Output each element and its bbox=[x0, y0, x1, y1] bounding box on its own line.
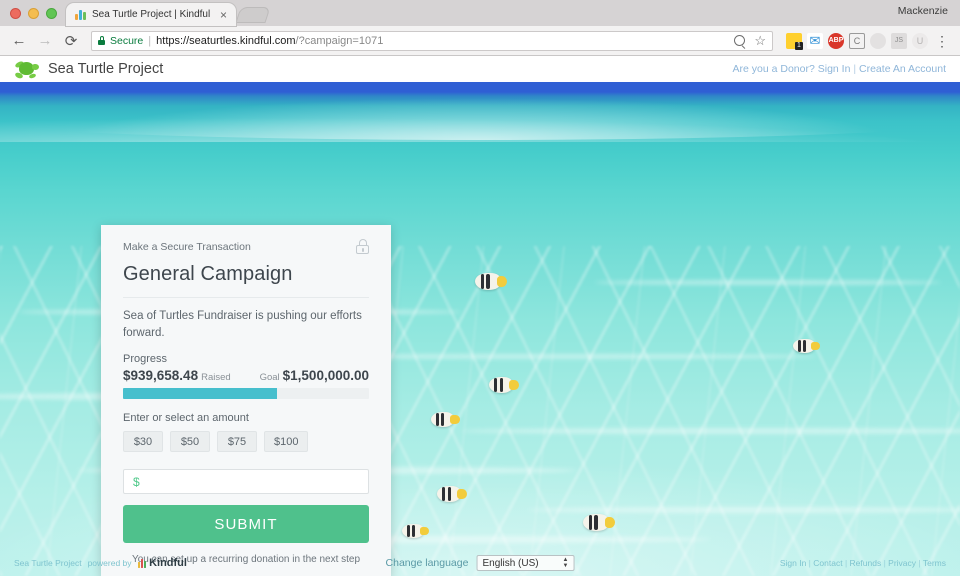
kindful-bars-icon bbox=[137, 558, 147, 568]
campaign-title: General Campaign bbox=[123, 263, 369, 298]
amount-label: Enter or select an amount bbox=[123, 412, 249, 425]
browser-menu-icon[interactable]: ⋮ bbox=[932, 34, 952, 48]
bookmark-star-icon[interactable]: ☆ bbox=[754, 34, 766, 47]
profile-name[interactable]: Mackenzie bbox=[898, 5, 948, 17]
header-account-links: Are you a Donor? Sign In | Create An Acc… bbox=[733, 63, 947, 75]
mail-extension-icon[interactable]: ✉ bbox=[807, 32, 823, 49]
fish bbox=[402, 524, 430, 538]
reload-icon[interactable]: ⟳ bbox=[60, 30, 82, 52]
tab-title: Sea Turtle Project | Kindful bbox=[92, 9, 211, 20]
padlock-icon bbox=[356, 239, 369, 254]
donation-card: Make a Secure Transaction General Campai… bbox=[101, 225, 391, 576]
fish bbox=[793, 339, 821, 353]
raised-amount: $939,658.48 Raised bbox=[123, 368, 231, 384]
language-value: English (US) bbox=[482, 557, 539, 569]
new-tab-button[interactable] bbox=[235, 7, 271, 23]
secure-transaction-label: Make a Secure Transaction bbox=[123, 240, 251, 253]
brand-name: Sea Turtle Project bbox=[48, 61, 164, 77]
close-window-button[interactable] bbox=[10, 8, 21, 19]
site-header: Sea Turtle Project Are you a Donor? Sign… bbox=[0, 56, 960, 82]
user-extension-icon[interactable]: U bbox=[912, 32, 928, 49]
forward-icon[interactable]: → bbox=[34, 30, 56, 52]
search-icon[interactable] bbox=[734, 35, 746, 46]
header-create-account-link[interactable]: Create An Account bbox=[859, 63, 946, 75]
footer-separator: | bbox=[808, 558, 811, 568]
minimize-window-button[interactable] bbox=[28, 8, 39, 19]
amount-option-75[interactable]: $75 bbox=[217, 431, 257, 453]
footer-separator: | bbox=[918, 558, 921, 568]
progress-amounts: $939,658.48 Raised Goal $1,500,000.00 bbox=[123, 368, 369, 388]
stepper-arrows-icon: ▲ ▼ bbox=[562, 556, 569, 569]
fish bbox=[489, 377, 519, 393]
brand-link[interactable]: Sea Turtle Project bbox=[14, 59, 164, 79]
url-path: /?campaign=1071 bbox=[295, 34, 384, 47]
adblock-extension-icon[interactable]: ABP bbox=[828, 32, 844, 49]
campaign-description: Sea of Turtles Fundraiser is pushing our… bbox=[123, 310, 362, 339]
goal-prefix: Goal bbox=[259, 372, 280, 384]
secure-lock-icon bbox=[98, 36, 105, 45]
url-host: https://seaturtles.kindful.com bbox=[156, 34, 296, 47]
amount-option-30[interactable]: $30 bbox=[123, 431, 163, 453]
footer-separator: | bbox=[883, 558, 886, 568]
fish bbox=[437, 486, 467, 502]
close-tab-icon[interactable]: × bbox=[217, 9, 230, 21]
footer-powered-by: powered by bbox=[87, 558, 132, 568]
header-link-separator: | bbox=[853, 63, 857, 75]
fish bbox=[583, 514, 616, 531]
footer-site-name: Sea Turtle Project bbox=[14, 558, 82, 568]
extensions-area: ✉ ABP C JS U bbox=[782, 32, 928, 50]
browser-tab-bar: Sea Turtle Project | Kindful × Mackenzie bbox=[0, 0, 960, 26]
progress-bar bbox=[123, 388, 369, 400]
fish bbox=[431, 412, 460, 427]
page-footer: Sea Turtle Project powered by Kindful Ch… bbox=[0, 550, 960, 576]
donor-prompt: Are you a Donor? bbox=[732, 63, 815, 75]
amount-option-50[interactable]: $50 bbox=[170, 431, 210, 453]
card-header: Make a Secure Transaction bbox=[123, 239, 369, 263]
footer-link-contact[interactable]: Contact bbox=[813, 558, 842, 568]
language-selector-group: Change language English (US) ▲ ▼ bbox=[386, 555, 575, 571]
hero-image: Make a Secure Transaction General Campai… bbox=[0, 82, 960, 576]
language-label: Change language bbox=[385, 557, 469, 569]
clipboard-extension-icon[interactable]: C bbox=[849, 32, 865, 49]
url-text: https://seaturtles.kindful.com/?campaign… bbox=[156, 35, 383, 47]
raised-suffix: Raised bbox=[201, 372, 231, 384]
js-extension-icon[interactable]: JS bbox=[891, 32, 907, 49]
submit-button[interactable]: SUBMIT bbox=[123, 505, 369, 544]
security-label: Secure bbox=[110, 34, 144, 47]
footer-links: Sign In | Contact | Refunds | Privacy | … bbox=[780, 558, 946, 568]
turtle-logo-icon bbox=[14, 59, 40, 79]
kindful-favicon-icon bbox=[75, 9, 86, 20]
address-separator: | bbox=[148, 34, 152, 47]
window-controls bbox=[0, 8, 66, 26]
footer-link-privacy[interactable]: Privacy bbox=[888, 558, 916, 568]
progress-bar-fill bbox=[123, 388, 277, 400]
footer-branding: Sea Turtle Project powered by Kindful bbox=[14, 557, 187, 569]
footer-link-refunds[interactable]: Refunds bbox=[850, 558, 882, 568]
browser-window: Sea Turtle Project | Kindful × Mackenzie… bbox=[0, 0, 960, 576]
address-bar[interactable]: Secure | https://seaturtles.kindful.com/… bbox=[91, 30, 773, 51]
amount-option-100[interactable]: $100 bbox=[264, 431, 309, 453]
footer-link-terms[interactable]: Terms bbox=[923, 558, 946, 568]
maximize-window-button[interactable] bbox=[46, 8, 57, 19]
kindful-logo[interactable]: Kindful bbox=[137, 557, 187, 569]
amount-options: $30 $50 $75 $100 bbox=[123, 431, 369, 453]
globe-extension-icon[interactable] bbox=[870, 32, 886, 49]
goal-amount: Goal $1,500,000.00 bbox=[259, 368, 369, 384]
header-sign-in-link[interactable]: Sign In bbox=[818, 63, 851, 75]
notes-extension-icon[interactable] bbox=[786, 32, 803, 50]
kindful-name: Kindful bbox=[149, 557, 187, 569]
footer-separator: | bbox=[844, 558, 848, 568]
footer-link-sign-in[interactable]: Sign In bbox=[780, 558, 806, 568]
fish bbox=[475, 273, 508, 290]
back-icon[interactable]: ← bbox=[8, 30, 30, 52]
browser-tab[interactable]: Sea Turtle Project | Kindful × bbox=[66, 3, 236, 26]
browser-toolbar: ← → ⟳ Secure | https://seaturtles.kindfu… bbox=[0, 26, 960, 56]
language-select[interactable]: English (US) ▲ ▼ bbox=[476, 555, 575, 571]
amount-input[interactable]: $ bbox=[123, 469, 369, 495]
progress-label: Progress bbox=[123, 353, 168, 366]
